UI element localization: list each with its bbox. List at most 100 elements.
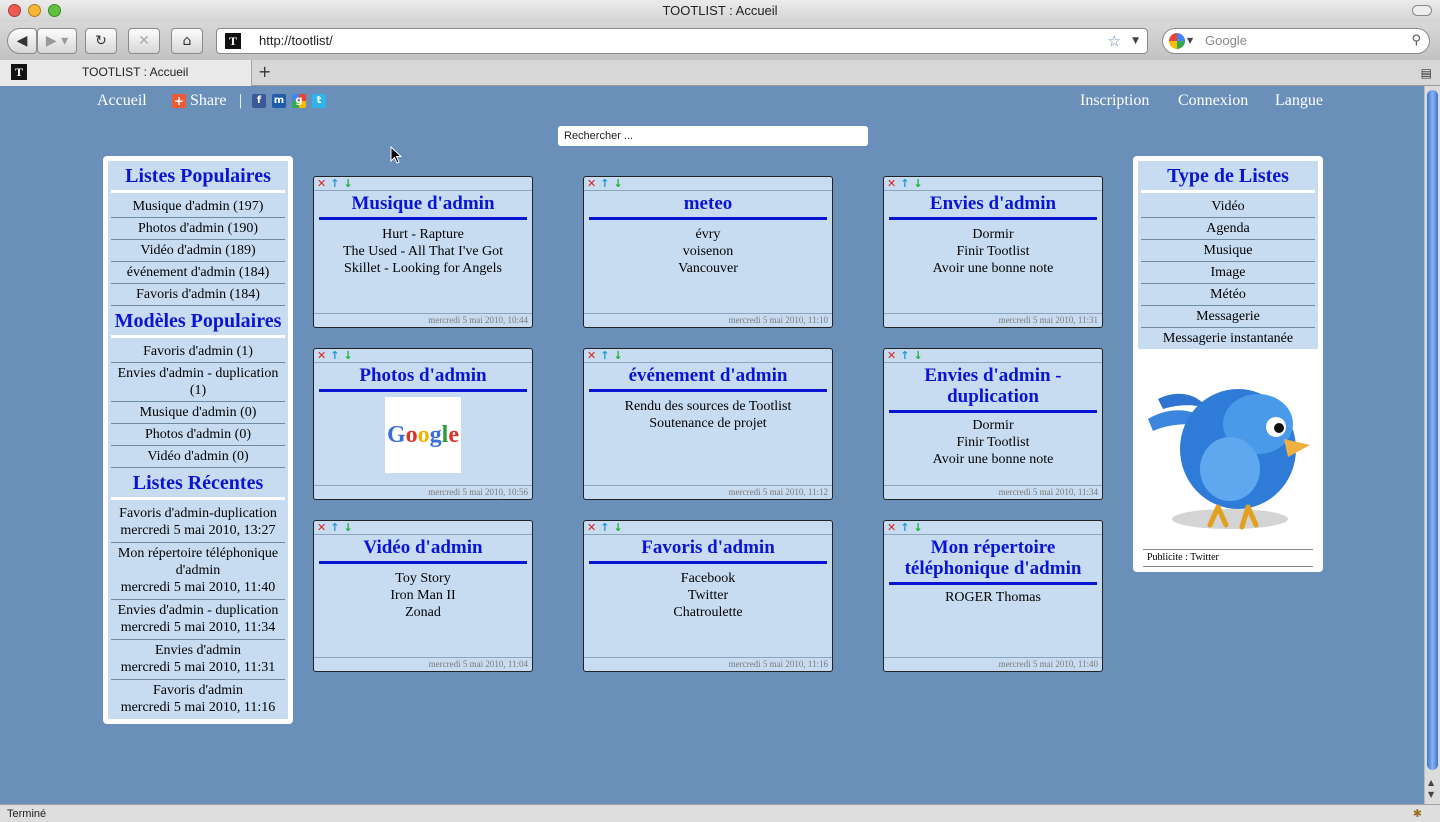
delete-x-icon[interactable]: ✕ xyxy=(317,177,326,190)
url-bar[interactable]: T http://tootlist/ ☆ ▼ xyxy=(216,28,1148,54)
popular-model-item[interactable]: Vidéo d'admin (0) xyxy=(111,446,285,468)
arrow-up-icon[interactable]: ↑ xyxy=(330,177,339,190)
card-title[interactable]: Vidéo d'admin xyxy=(319,537,527,564)
back-button[interactable]: ◀ xyxy=(7,28,37,54)
delete-x-icon[interactable]: ✕ xyxy=(317,349,326,362)
recent-list-item[interactable]: Favoris d'admin-duplication mercredi 5 ma… xyxy=(111,503,285,543)
myspace-icon[interactable]: m xyxy=(272,94,286,108)
popular-list-item[interactable]: Vidéo d'admin (189) xyxy=(111,240,285,262)
delete-x-icon[interactable]: ✕ xyxy=(587,349,596,362)
zoom-window-button[interactable] xyxy=(48,4,61,17)
twitter-bird-ad-image[interactable] xyxy=(1138,349,1318,549)
card-title[interactable]: Envies d'admin xyxy=(889,193,1097,220)
card-title[interactable]: Mon répertoire téléphonique d'admin xyxy=(889,537,1097,585)
popular-model-item[interactable]: Photos d'admin (0) xyxy=(111,424,285,446)
list-type-item[interactable]: Messagerie instantanée xyxy=(1141,328,1315,349)
scrollbar-thumb[interactable] xyxy=(1427,90,1438,770)
recent-list-item[interactable]: Envies d'admin mercredi 5 mai 2010, 11:31 xyxy=(111,640,285,680)
arrow-down-icon[interactable]: ↓ xyxy=(913,349,922,362)
arrow-up-icon[interactable]: ↑ xyxy=(900,349,909,362)
stop-button[interactable]: ✕ xyxy=(128,28,160,54)
nav-langue[interactable]: Langue xyxy=(1275,91,1323,111)
scroll-down-icon[interactable]: ▼ xyxy=(1428,790,1434,800)
share-plus-icon[interactable]: + xyxy=(172,94,186,108)
list-type-item[interactable]: Image xyxy=(1141,262,1315,284)
popular-model-item[interactable]: Musique d'admin (0) xyxy=(111,402,285,424)
delete-x-icon[interactable]: ✕ xyxy=(887,521,896,534)
arrow-down-icon[interactable]: ↓ xyxy=(913,177,922,190)
delete-x-icon[interactable]: ✕ xyxy=(887,349,896,362)
arrow-up-icon[interactable]: ↑ xyxy=(600,349,609,362)
card-title[interactable]: Photos d'admin xyxy=(319,365,527,392)
list-type-item[interactable]: Musique xyxy=(1141,240,1315,262)
vertical-scrollbar[interactable]: ▲ ▼ xyxy=(1424,86,1440,804)
recent-list-name[interactable]: Favoris d'admin xyxy=(111,682,285,699)
arrow-up-icon[interactable]: ↑ xyxy=(900,177,909,190)
google-engine-icon[interactable] xyxy=(1169,33,1185,49)
recent-list-name[interactable]: Envies d'admin xyxy=(111,642,285,659)
photo-thumbnail[interactable]: Google xyxy=(385,397,461,473)
arrow-down-icon[interactable]: ↓ xyxy=(343,349,352,362)
nav-accueil[interactable]: Accueil xyxy=(97,91,147,111)
card-title[interactable]: Favoris d'admin xyxy=(589,537,827,564)
arrow-down-icon[interactable]: ↓ xyxy=(343,177,352,190)
card-title[interactable]: événement d'admin xyxy=(589,365,827,392)
card-title[interactable]: Musique d'admin xyxy=(319,193,527,220)
tab-tootlist[interactable]: T TOOTLIST : Accueil xyxy=(0,60,252,86)
card-title[interactable]: meteo xyxy=(589,193,827,220)
magnifier-icon[interactable]: ⚲ xyxy=(1411,29,1421,53)
browser-search-placeholder[interactable]: Google xyxy=(1205,29,1247,53)
popular-list-item[interactable]: Favoris d'admin (184) xyxy=(111,284,285,306)
facebook-icon[interactable]: f xyxy=(252,94,266,108)
scroll-up-icon[interactable]: ▲ xyxy=(1428,778,1434,788)
arrow-down-icon[interactable]: ↓ xyxy=(913,521,922,534)
engine-dropdown-icon[interactable]: ▼ xyxy=(1187,29,1193,53)
star-icon[interactable]: ☆ xyxy=(1108,29,1121,53)
arrow-up-icon[interactable]: ↑ xyxy=(600,177,609,190)
delete-x-icon[interactable]: ✕ xyxy=(887,177,896,190)
google-icon[interactable]: g xyxy=(292,94,306,108)
popular-list-item[interactable]: Musique d'admin (197) xyxy=(111,196,285,218)
arrow-down-icon[interactable]: ↓ xyxy=(343,521,352,534)
tab-list-icon[interactable]: ▤ xyxy=(1421,60,1432,86)
popular-list-item[interactable]: événement d'admin (184) xyxy=(111,262,285,284)
arrow-up-icon[interactable]: ↑ xyxy=(330,349,339,362)
popular-list-item[interactable]: Photos d'admin (190) xyxy=(111,218,285,240)
toolbar-toggle-button[interactable] xyxy=(1412,5,1432,16)
delete-x-icon[interactable]: ✕ xyxy=(587,177,596,190)
delete-x-icon[interactable]: ✕ xyxy=(317,521,326,534)
recent-list-item[interactable]: Mon répertoire téléphonique d'admin mercr… xyxy=(111,543,285,600)
arrow-up-icon[interactable]: ↑ xyxy=(330,521,339,534)
browser-search-box[interactable]: ▼ Google ⚲ xyxy=(1162,28,1430,54)
popular-model-item[interactable]: Envies d'admin - duplication (1) xyxy=(111,363,285,402)
arrow-down-icon[interactable]: ↓ xyxy=(613,349,622,362)
addon-bug-icon[interactable]: ✱ xyxy=(1413,805,1422,822)
nav-inscription[interactable]: Inscription xyxy=(1080,91,1149,111)
twitter-icon[interactable]: t xyxy=(312,94,326,108)
recent-list-name[interactable]: Mon répertoire téléphonique d'admin xyxy=(111,545,285,579)
home-button[interactable]: ⌂ xyxy=(171,28,203,54)
nav-share[interactable]: Share xyxy=(190,91,226,111)
list-type-item[interactable]: Messagerie xyxy=(1141,306,1315,328)
url-text[interactable]: http://tootlist/ xyxy=(259,29,333,53)
new-tab-button[interactable]: + xyxy=(258,60,271,84)
url-history-dropdown-icon[interactable]: ▼ xyxy=(1132,29,1139,53)
close-window-button[interactable] xyxy=(8,4,21,17)
recent-list-name[interactable]: Favoris d'admin-duplication xyxy=(111,505,285,522)
recent-list-item[interactable]: Envies d'admin - duplication mercredi 5 m… xyxy=(111,600,285,640)
arrow-up-icon[interactable]: ↑ xyxy=(900,521,909,534)
recent-list-name[interactable]: Envies d'admin - duplication xyxy=(111,602,285,619)
arrow-up-icon[interactable]: ↑ xyxy=(600,521,609,534)
arrow-down-icon[interactable]: ↓ xyxy=(613,521,622,534)
list-type-item[interactable]: Agenda xyxy=(1141,218,1315,240)
minimize-window-button[interactable] xyxy=(28,4,41,17)
site-search-input[interactable]: Rechercher ... xyxy=(558,126,868,146)
reload-button[interactable]: ↻ xyxy=(85,28,117,54)
popular-model-item[interactable]: Favoris d'admin (1) xyxy=(111,341,285,363)
arrow-down-icon[interactable]: ↓ xyxy=(613,177,622,190)
list-type-item[interactable]: Météo xyxy=(1141,284,1315,306)
delete-x-icon[interactable]: ✕ xyxy=(587,521,596,534)
list-type-item[interactable]: Vidéo xyxy=(1141,196,1315,218)
card-title[interactable]: Envies d'admin - duplication xyxy=(889,365,1097,413)
nav-connexion[interactable]: Connexion xyxy=(1178,91,1248,111)
